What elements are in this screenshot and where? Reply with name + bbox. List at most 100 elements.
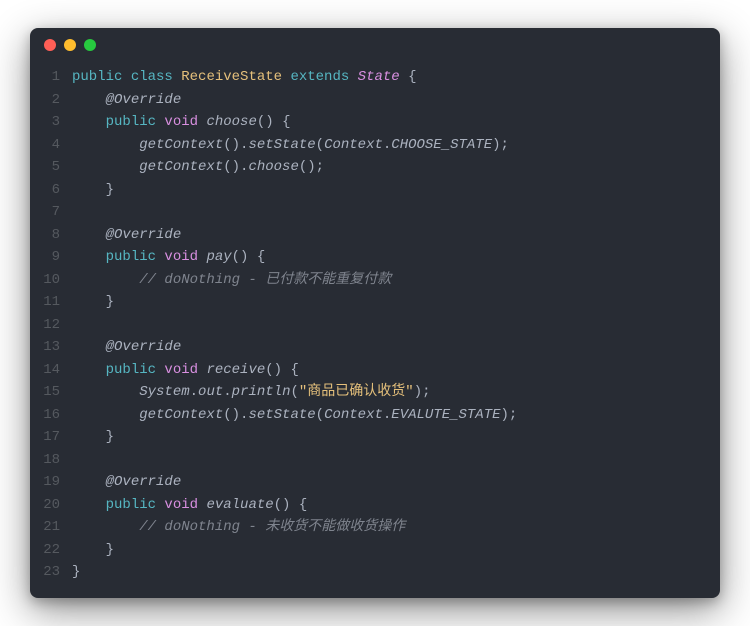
code-token: CHOOSE_STATE [391, 137, 492, 153]
code-token: } [106, 429, 114, 445]
code-token: public [106, 497, 165, 513]
code-token: // doNothing - 已付款不能重复付款 [139, 272, 391, 288]
code-token: (). [223, 407, 248, 423]
code-line: getContext().setState(Context.CHOOSE_STA… [72, 134, 704, 157]
code-token: } [106, 182, 114, 198]
code-line: public void evaluate() { [72, 494, 704, 517]
line-number: 17 [30, 426, 60, 449]
code-token: ); [492, 137, 509, 153]
line-number: 3 [30, 111, 60, 134]
line-number: 15 [30, 381, 60, 404]
code-token: println [232, 384, 291, 400]
code-token: void [164, 114, 206, 130]
code-token: () { [232, 249, 266, 265]
minimize-icon[interactable] [64, 39, 76, 51]
line-number: 6 [30, 179, 60, 202]
code-token: class [131, 69, 181, 85]
line-number: 22 [30, 539, 60, 562]
code-token: () { [274, 497, 308, 513]
line-number: 14 [30, 359, 60, 382]
line-number: 9 [30, 246, 60, 269]
code-token: ( [316, 137, 324, 153]
line-number: 2 [30, 89, 60, 112]
code-token: setState [248, 137, 315, 153]
code-token: getContext [139, 407, 223, 423]
code-line: public void choose() { [72, 111, 704, 134]
code-line: @Override [72, 471, 704, 494]
line-number: 7 [30, 201, 60, 224]
close-icon[interactable] [44, 39, 56, 51]
code-token: extends [290, 69, 357, 85]
code-line [72, 314, 704, 337]
line-number: 11 [30, 291, 60, 314]
code-token: void [164, 249, 206, 265]
line-number: 1 [30, 66, 60, 89]
code-line: } [72, 561, 704, 584]
code-line: } [72, 539, 704, 562]
code-token: choose [248, 159, 298, 175]
code-line: @Override [72, 89, 704, 112]
code-line: System.out.println("商品已确认收货"); [72, 381, 704, 404]
code-area[interactable]: public class ReceiveState extends State … [72, 66, 720, 584]
code-line: } [72, 426, 704, 449]
code-line: public class ReceiveState extends State … [72, 66, 704, 89]
code-token: ReceiveState [181, 69, 290, 85]
code-token: Context [324, 137, 383, 153]
code-line: // doNothing - 未收货不能做收货操作 [72, 516, 704, 539]
code-line: // doNothing - 已付款不能重复付款 [72, 269, 704, 292]
code-token: public [106, 114, 165, 130]
code-window: 1234567891011121314151617181920212223 pu… [30, 28, 720, 598]
maximize-icon[interactable] [84, 39, 96, 51]
line-number: 4 [30, 134, 60, 157]
code-token: @Override [106, 227, 182, 243]
code-line: @Override [72, 224, 704, 247]
code-line: } [72, 291, 704, 314]
code-token: void [164, 362, 206, 378]
code-token: ); [501, 407, 518, 423]
code-editor[interactable]: 1234567891011121314151617181920212223 pu… [30, 62, 720, 598]
line-number: 8 [30, 224, 60, 247]
code-token: receive [206, 362, 265, 378]
line-number: 16 [30, 404, 60, 427]
line-number: 10 [30, 269, 60, 292]
code-token: } [72, 564, 80, 580]
code-token: System [139, 384, 189, 400]
code-token: { [408, 69, 416, 85]
code-token: () { [257, 114, 291, 130]
line-number-gutter: 1234567891011121314151617181920212223 [30, 66, 72, 584]
line-number: 20 [30, 494, 60, 517]
code-token: choose [206, 114, 256, 130]
code-token: getContext [139, 159, 223, 175]
code-token: Context [324, 407, 383, 423]
code-line: public void receive() { [72, 359, 704, 382]
code-token: out [198, 384, 223, 400]
code-token: @Override [106, 92, 182, 108]
code-token: (). [223, 159, 248, 175]
code-line: getContext().choose(); [72, 156, 704, 179]
line-number: 12 [30, 314, 60, 337]
code-token: ( [290, 384, 298, 400]
code-token: public [106, 362, 165, 378]
code-token: getContext [139, 137, 223, 153]
code-token: @Override [106, 339, 182, 355]
code-line: @Override [72, 336, 704, 359]
code-token: setState [248, 407, 315, 423]
line-number: 19 [30, 471, 60, 494]
code-token: // doNothing - 未收货不能做收货操作 [139, 519, 405, 535]
code-token: ( [316, 407, 324, 423]
code-token: . [223, 384, 231, 400]
window-titlebar [30, 28, 720, 62]
code-token: evaluate [206, 497, 273, 513]
code-token: public [72, 69, 131, 85]
code-line: public void pay() { [72, 246, 704, 269]
code-token: } [106, 294, 114, 310]
code-line: getContext().setState(Context.EVALUTE_ST… [72, 404, 704, 427]
line-number: 18 [30, 449, 60, 472]
code-token: (); [299, 159, 324, 175]
code-line: } [72, 179, 704, 202]
line-number: 13 [30, 336, 60, 359]
code-token: ); [414, 384, 431, 400]
code-token: () { [265, 362, 299, 378]
line-number: 23 [30, 561, 60, 584]
code-token: @Override [106, 474, 182, 490]
